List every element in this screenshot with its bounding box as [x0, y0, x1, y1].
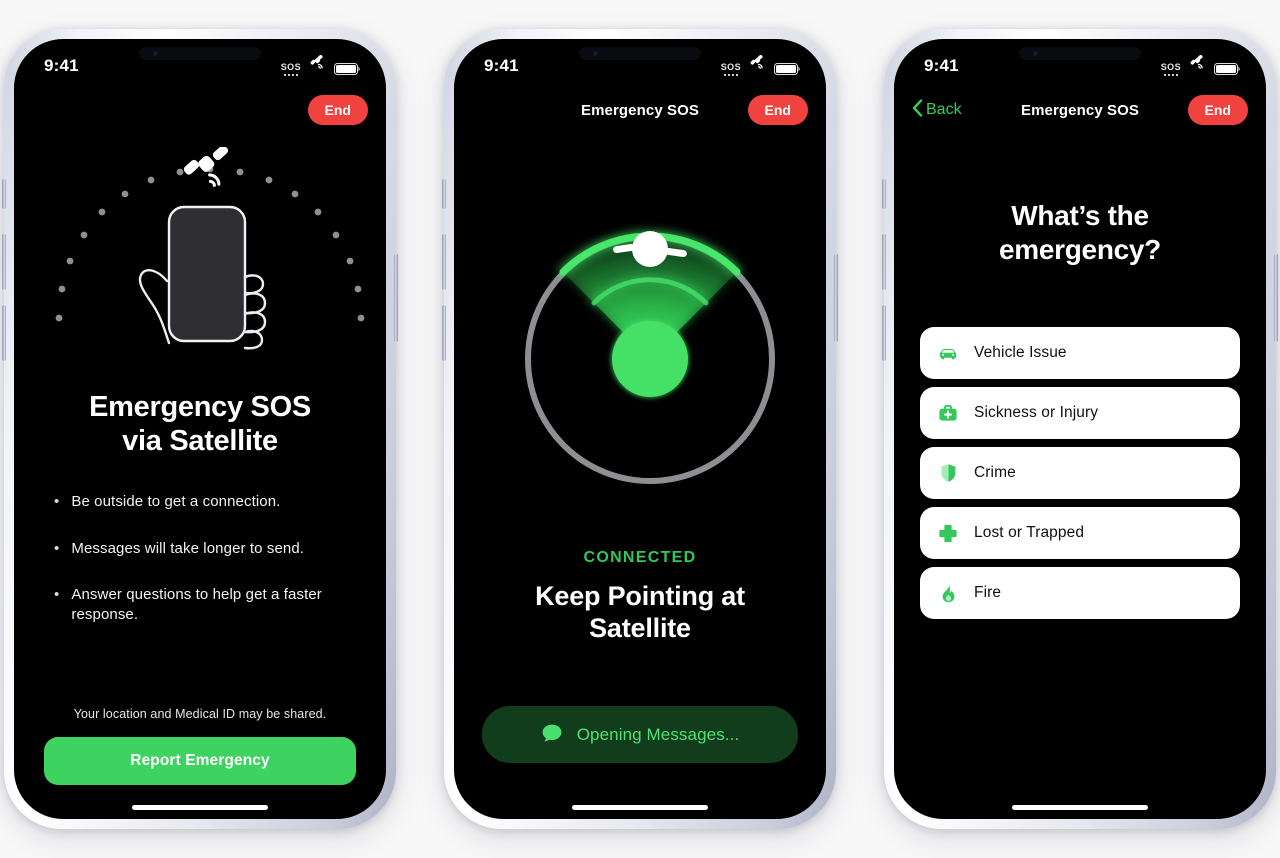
- connection-status-block: CONNECTED Keep Pointing at Satellite: [454, 549, 826, 645]
- list-item: • Be outside to get a connection.: [54, 492, 356, 512]
- page-title-line1: Emergency SOS: [89, 391, 311, 423]
- nav-bar: Emergency SOS End: [454, 83, 826, 137]
- report-emergency-button[interactable]: Report Emergency: [44, 737, 356, 785]
- option-crime[interactable]: Crime: [920, 447, 1240, 499]
- option-vehicle-issue[interactable]: Vehicle Issue: [920, 327, 1240, 379]
- battery-full-icon: [1214, 63, 1241, 75]
- signal-dots-icon: [723, 73, 739, 76]
- medical-kit-icon: [938, 403, 958, 423]
- page-title-line1: What’s the: [1011, 200, 1149, 231]
- option-label: Sickness or Injury: [974, 404, 1099, 421]
- signal-dots-icon: [1163, 73, 1179, 76]
- status-clock: 9:41: [484, 56, 519, 75]
- end-button[interactable]: End: [307, 95, 368, 125]
- phone-questions-screen: 9:41 SOS Back Emergency SOS End What’s t…: [894, 39, 1266, 819]
- status-bar: 9:41 SOS: [14, 39, 386, 83]
- sos-indicator: SOS: [1161, 62, 1181, 76]
- status-bar: 9:41 SOS: [454, 39, 826, 83]
- signal-dots-icon: [283, 73, 299, 76]
- phone-connecting: 9:41 SOS Emergency SOS End CONNECTED Kee…: [442, 29, 838, 829]
- bullet-list: • Be outside to get a connection. • Mess…: [44, 492, 356, 625]
- satellite-icon: [749, 54, 766, 75]
- page-title-line1: Keep Pointing at: [535, 581, 745, 611]
- option-lost-or-trapped[interactable]: Lost or Trapped: [920, 507, 1240, 559]
- hand-holding-phone-with-satellite-icon: [14, 145, 386, 379]
- bullet-marker: •: [54, 585, 60, 603]
- phone-intro-screen: 9:41 SOS End Emergency SOS via Satellite…: [14, 39, 386, 819]
- page-title-line2: via Satellite: [122, 424, 278, 457]
- back-button-label: Back: [926, 101, 962, 118]
- mute-switch[interactable]: [882, 179, 886, 209]
- bullet-text: Messages will take longer to send.: [71, 539, 305, 557]
- phone-connecting-screen: 9:41 SOS Emergency SOS End CONNECTED Kee…: [454, 39, 826, 819]
- volume-down-button[interactable]: [882, 305, 886, 361]
- option-sickness-or-injury[interactable]: Sickness or Injury: [920, 387, 1240, 439]
- page-title-line2: Satellite: [589, 612, 691, 643]
- home-indicator[interactable]: [132, 805, 268, 810]
- phone-intro: 9:41 SOS End Emergency SOS via Satellite…: [2, 29, 398, 829]
- emergency-options-list: Vehicle Issue Sickness or Injury Crime L…: [920, 327, 1240, 627]
- satellite-icon: [309, 54, 326, 75]
- option-label: Lost or Trapped: [974, 524, 1085, 541]
- status-indicators: SOS: [281, 54, 361, 77]
- power-button[interactable]: [394, 254, 398, 342]
- end-button[interactable]: End: [1187, 95, 1248, 125]
- opening-messages-label: Opening Messages...: [576, 724, 740, 744]
- page-title: Emergency SOS via Satellite: [44, 391, 356, 458]
- bullet-text: Answer questions to help get a faster re…: [71, 585, 322, 623]
- intro-footer: Your location and Medical ID may be shar…: [14, 707, 386, 785]
- sos-indicator: SOS: [281, 62, 301, 76]
- option-label: Crime: [974, 464, 1016, 481]
- status-bar: 9:41 SOS: [894, 39, 1266, 83]
- nav-bar: End: [14, 83, 386, 137]
- volume-up-button[interactable]: [882, 234, 886, 290]
- page-title: What’s the emergency?: [894, 199, 1266, 266]
- mute-switch[interactable]: [2, 179, 6, 209]
- volume-up-button[interactable]: [442, 234, 446, 290]
- power-button[interactable]: [834, 254, 838, 342]
- status-indicators: SOS: [721, 54, 801, 77]
- mute-switch[interactable]: [442, 179, 446, 209]
- opening-messages-button[interactable]: Opening Messages...: [482, 706, 798, 763]
- battery-full-icon: [774, 63, 801, 75]
- status-badge: CONNECTED: [583, 549, 697, 566]
- message-bubble-icon: [541, 723, 563, 746]
- list-item: • Messages will take longer to send.: [54, 539, 356, 559]
- screenshot-stage: 9:41 SOS End Emergency SOS via Satellite…: [0, 0, 1280, 858]
- satellite-radar-dial: [454, 219, 826, 519]
- phone-questions: 9:41 SOS Back Emergency SOS End What’s t…: [882, 29, 1278, 829]
- option-label: Fire: [974, 584, 1002, 601]
- battery-full-icon: [334, 63, 361, 75]
- car-icon: [938, 343, 958, 363]
- volume-down-button[interactable]: [2, 305, 6, 361]
- cross-icon: [938, 523, 958, 543]
- satellite-icon: [1189, 54, 1206, 75]
- disclaimer-text: Your location and Medical ID may be shar…: [73, 707, 327, 721]
- intro-body: Emergency SOS via Satellite • Be outside…: [14, 391, 386, 651]
- option-fire[interactable]: Fire: [920, 567, 1240, 619]
- end-button[interactable]: End: [747, 95, 808, 125]
- back-button[interactable]: Back: [912, 98, 962, 122]
- option-label: Vehicle Issue: [974, 344, 1067, 361]
- status-indicators: SOS: [1161, 54, 1241, 77]
- bullet-text: Be outside to get a connection.: [71, 493, 281, 511]
- power-button[interactable]: [1274, 254, 1278, 342]
- bullet-marker: •: [54, 539, 60, 557]
- volume-up-button[interactable]: [2, 234, 6, 290]
- home-indicator[interactable]: [572, 805, 708, 810]
- status-clock: 9:41: [924, 56, 959, 75]
- volume-down-button[interactable]: [442, 305, 446, 361]
- nav-bar: Back Emergency SOS End: [894, 83, 1266, 137]
- sos-indicator: SOS: [721, 62, 741, 76]
- bullet-marker: •: [54, 493, 60, 511]
- page-title: Keep Pointing at Satellite: [480, 581, 800, 645]
- status-clock: 9:41: [44, 56, 79, 75]
- chevron-left-icon: [912, 98, 923, 122]
- list-item: • Answer questions to help get a faster …: [54, 585, 356, 626]
- shield-icon: [938, 463, 958, 483]
- home-indicator[interactable]: [1012, 805, 1148, 810]
- page-title-line2: emergency?: [999, 233, 1161, 265]
- flame-icon: [938, 583, 958, 603]
